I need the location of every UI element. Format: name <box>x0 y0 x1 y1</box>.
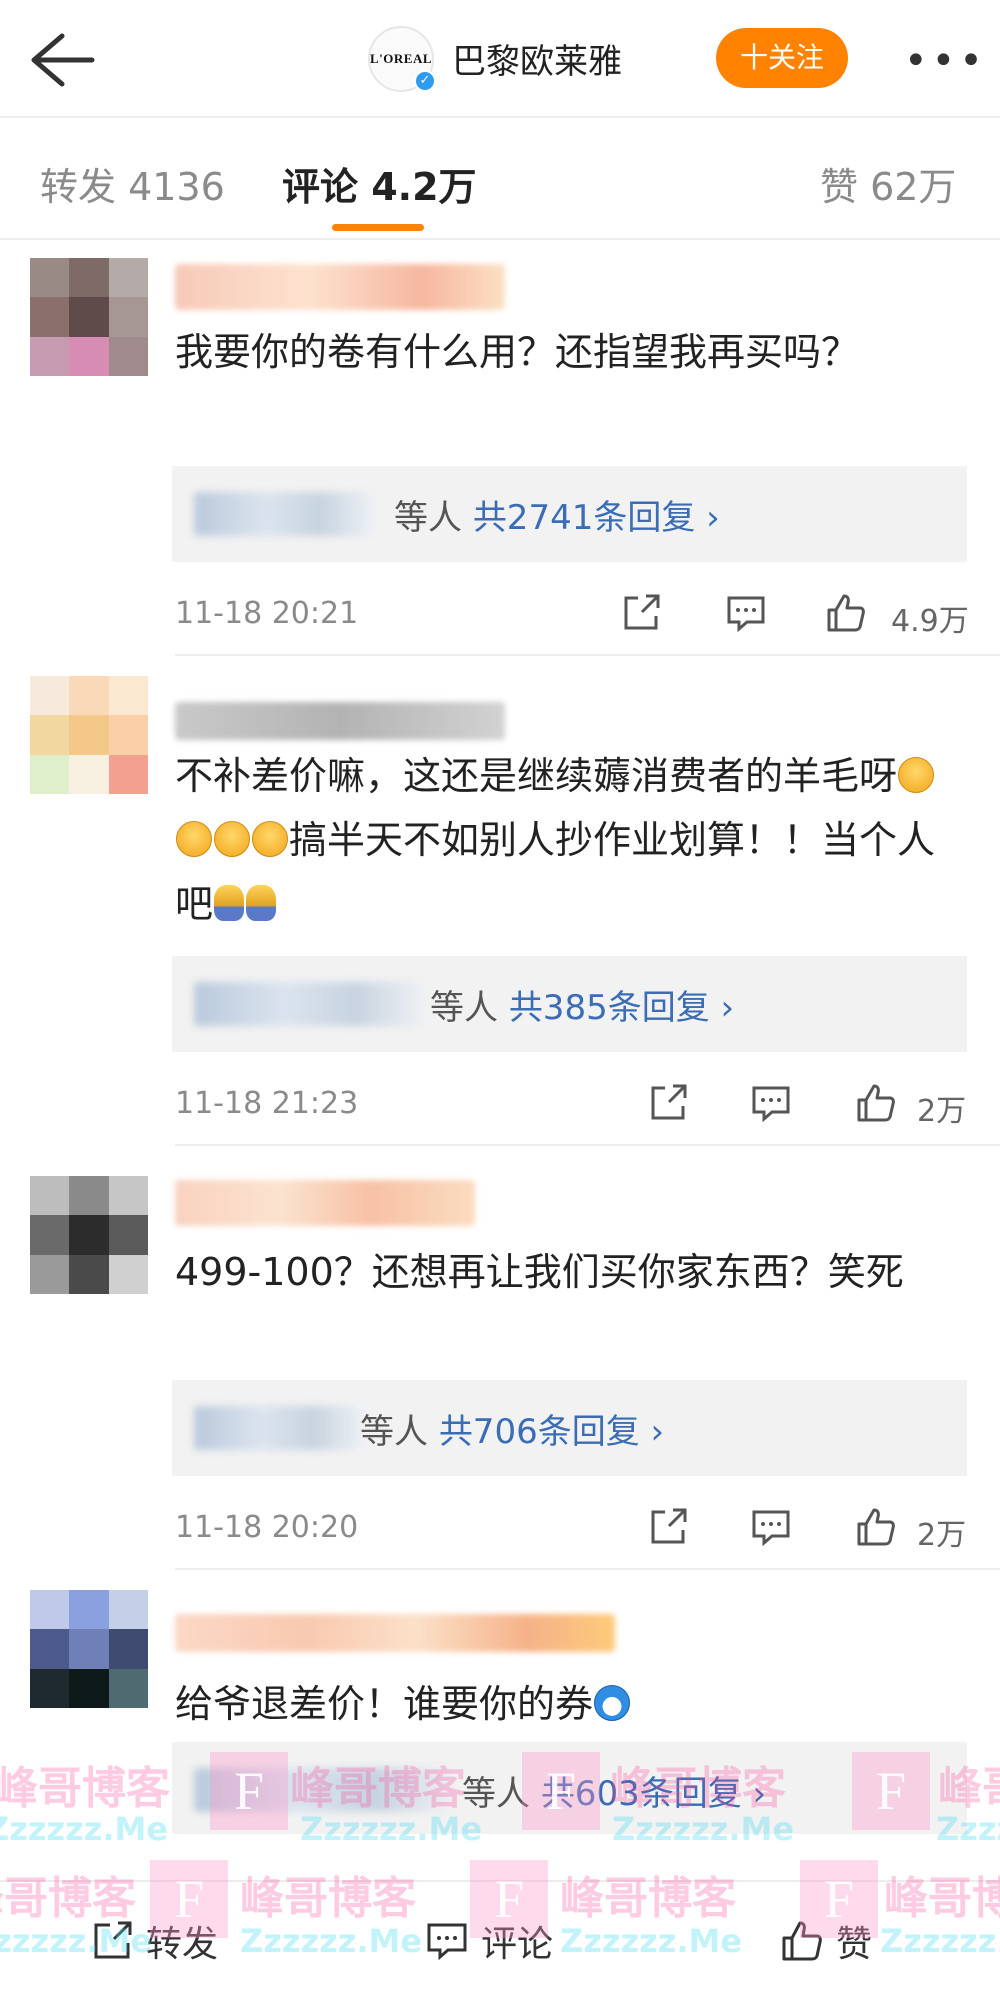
repost-button[interactable]: 转发 <box>90 1916 218 1966</box>
angry-emoji-icon <box>176 821 212 857</box>
avatar[interactable] <box>30 676 148 794</box>
brand-logo-text: L'OREAL <box>370 51 433 66</box>
back-arrow-icon[interactable] <box>26 30 96 90</box>
divider <box>175 654 1000 656</box>
comment-button[interactable]: 评论 <box>425 1916 553 1966</box>
divider <box>175 1568 1000 1570</box>
avatar[interactable] <box>30 258 148 376</box>
tab-repost[interactable]: 转发 4136 <box>40 156 225 211</box>
reply-icon[interactable] <box>750 1506 792 1548</box>
reply-icon[interactable] <box>750 1082 792 1124</box>
angry-emoji-icon <box>252 821 288 857</box>
comment-time: 11-18 20:21 <box>175 596 359 631</box>
repost-icon <box>94 1921 132 1959</box>
comment-text-part: 不补差价嘛，这还是继续薅消费者的羊毛呀 <box>175 754 898 798</box>
tab-comments[interactable]: 评论 4.2万 <box>282 156 477 211</box>
reply-users-blurred <box>194 492 374 536</box>
reply-suffix: 等人 <box>462 1774 530 1814</box>
comment-meta: 11-18 20:21 4.9万 <box>175 588 975 639</box>
username-blurred[interactable] <box>175 264 505 310</box>
comment-text-part: 给爷退差价！谁要你的券 <box>175 1682 594 1726</box>
comment-time: 11-18 20:20 <box>175 1510 359 1545</box>
reply-suffix: 等人 <box>394 498 462 538</box>
comment-text-part: 搞半天不如别人抄作业划算！！当个人吧 <box>175 818 936 926</box>
comment-meta: 11-18 21:23 2万 <box>175 1078 975 1129</box>
like-icon[interactable] <box>855 1082 897 1124</box>
reply-suffix: 等人 <box>360 1412 428 1452</box>
brand-avatar[interactable]: L'OREAL ✓ <box>368 26 436 92</box>
reply-preview[interactable]: 等人 共706条回复 › <box>172 1380 967 1476</box>
sad-emoji-icon <box>214 885 245 921</box>
share-icon[interactable] <box>647 1082 689 1124</box>
follow-button[interactable]: 十关注 <box>716 28 848 88</box>
divider <box>175 1144 1000 1146</box>
reply-icon[interactable] <box>725 592 767 634</box>
share-icon[interactable] <box>647 1506 689 1548</box>
comment-label: 评论 <box>481 1924 554 1965</box>
reply-count-link[interactable]: 共385条回复 › <box>509 988 734 1028</box>
angry-emoji-icon <box>898 757 935 793</box>
username-blurred[interactable] <box>175 702 505 740</box>
reply-users-blurred <box>194 1406 364 1450</box>
reply-preview[interactable]: 等人 共603条回复 › <box>172 1742 967 1834</box>
username-blurred[interactable] <box>175 1180 475 1226</box>
like-count: 2万 <box>917 1518 967 1553</box>
share-icon[interactable] <box>620 592 662 634</box>
bottom-action-bar: 转发 评论 赞 <box>0 1880 1000 1995</box>
reply-suffix: 等人 <box>430 988 498 1028</box>
reply-count-link[interactable]: 共2741条回复 › <box>473 498 720 538</box>
reply-preview[interactable]: 等人 共385条回复 › <box>172 956 967 1052</box>
top-nav-bar: L'OREAL ✓ 巴黎欧莱雅 十关注 ••• <box>0 0 1000 118</box>
reply-preview[interactable]: 等人 共2741条回复 › <box>172 466 967 562</box>
like-count: 2万 <box>917 1094 967 1129</box>
like-icon <box>782 1921 822 1961</box>
reply-count-link[interactable]: 共603条回复 › <box>541 1774 766 1814</box>
active-tab-indicator <box>332 224 424 231</box>
comment-text: 给爷退差价！谁要你的券 <box>175 1672 965 1736</box>
like-icon[interactable] <box>855 1506 897 1548</box>
reply-count-link[interactable]: 共706条回复 › <box>439 1412 664 1452</box>
comment-text: 不补差价嘛，这还是继续薅消费者的羊毛呀搞半天不如别人抄作业划算！！当个人吧 <box>175 744 965 936</box>
repost-label: 转发 <box>146 1924 219 1965</box>
like-icon[interactable] <box>825 592 867 634</box>
more-options-icon[interactable]: ••• <box>904 38 987 84</box>
comment-icon <box>427 1923 467 1961</box>
avatar[interactable] <box>30 1176 148 1294</box>
comment-meta: 11-18 20:20 2万 <box>175 1502 975 1553</box>
reply-users-blurred <box>194 1768 454 1812</box>
doraemon-emoji-icon <box>594 1685 631 1721</box>
comment-text: 499-100？还想再让我们买你家东西？笑死 <box>175 1250 904 1294</box>
like-label: 赞 <box>836 1924 873 1965</box>
verified-badge-icon: ✓ <box>414 70 436 92</box>
comment-time: 11-18 21:23 <box>175 1086 359 1121</box>
like-count: 4.9万 <box>891 604 969 639</box>
comment-text: 我要你的卷有什么用？还指望我再买吗？ <box>175 330 860 374</box>
reply-users-blurred <box>194 982 424 1026</box>
tab-likes[interactable]: 赞 62万 <box>820 156 956 211</box>
brand-name[interactable]: 巴黎欧莱雅 <box>452 34 622 83</box>
angry-emoji-icon <box>214 821 250 857</box>
watermark-url: Zzzzzz.Me <box>0 1810 169 1848</box>
avatar[interactable] <box>30 1590 148 1708</box>
post-stats-tabs: 转发 4136 评论 4.2万 赞 62万 <box>0 118 1000 240</box>
sad-emoji-icon <box>246 885 277 921</box>
like-button[interactable]: 赞 <box>780 1916 872 1966</box>
watermark-text: 峰哥博客 <box>0 1763 170 1814</box>
username-blurred[interactable] <box>175 1614 615 1652</box>
